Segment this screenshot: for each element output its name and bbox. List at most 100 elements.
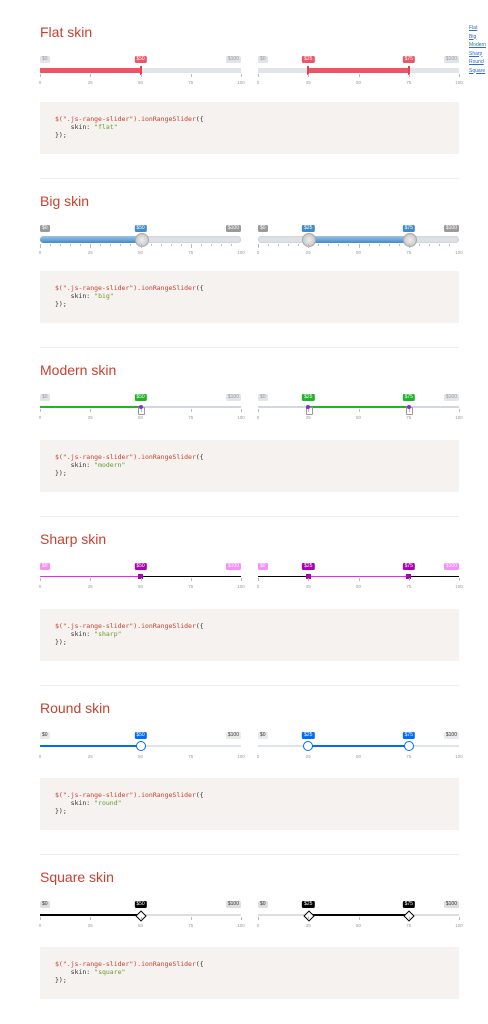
slider-bar [308, 576, 409, 577]
single-value-label: $50 [134, 225, 147, 232]
range-slider-single[interactable]: $0 $100 $50 0 25 50 75 100 [39, 563, 245, 605]
single-handle[interactable] [135, 909, 147, 922]
tick-label: 25 [87, 754, 93, 759]
tick-label: 100 [237, 923, 245, 928]
tick-label: 50 [355, 923, 362, 928]
tick-label: 25 [87, 80, 93, 85]
tick-label: 100 [237, 584, 245, 589]
code-text: $(".js-range-slider").ionRangeSlider({ s… [55, 453, 204, 477]
range-slider-single[interactable]: $0 $100 $50 0 25 50 75 100 [38, 394, 245, 436]
to-handle[interactable] [402, 233, 417, 247]
min-label: $0 [40, 563, 50, 570]
from-handle[interactable] [302, 233, 317, 247]
code-open: ({ [195, 622, 204, 630]
from-value-label: $25 [302, 225, 315, 232]
range-slider-single[interactable]: $0 $100 $50 0 25 50 75 100 [38, 901, 245, 943]
code-open: ({ [195, 960, 204, 968]
code-method: .ionRangeSlider [137, 622, 196, 630]
max-label: $100 [225, 394, 241, 401]
range-slider-double[interactable]: $0 $100 $25 $75 0 25 50 75 100 [257, 56, 463, 98]
toc-link-sharp[interactable]: Sharp [469, 50, 486, 59]
range-slider-double[interactable]: $0 $100 $25 $75 0 25 50 75 100 [257, 394, 463, 436]
from-value-label: $25 [302, 563, 315, 570]
code-method: .ionRangeSlider [137, 960, 196, 968]
major-tick [241, 578, 242, 581]
to-value-label: $75 [402, 225, 415, 232]
code-block: $(".js-range-slider").ionRangeSlider({ s… [40, 609, 459, 661]
tick-label: 25 [87, 250, 93, 255]
from-handle[interactable] [303, 741, 314, 751]
range-slider-single[interactable]: $0 $100 $50 0 25 50 75 100 [39, 56, 245, 98]
major-tick [90, 578, 91, 581]
code-skin-value: "square" [94, 968, 126, 976]
tick-label: 50 [355, 80, 362, 85]
toc-link-flat[interactable]: Flat [469, 24, 486, 33]
minor-tick [308, 244, 309, 248]
single-handle[interactable] [134, 233, 149, 247]
code-close: }); [55, 300, 67, 308]
tick-label: 75 [188, 923, 194, 928]
code-key: skin: [70, 799, 91, 807]
minor-tick [428, 244, 430, 246]
tick-label: 25 [305, 584, 311, 589]
tick-label: 50 [137, 415, 144, 420]
single-value-label: $50 [134, 56, 147, 63]
slider-bar [40, 68, 141, 73]
code-selector: $(".js-range-slider") [55, 453, 138, 461]
tick-label: 0 [38, 415, 42, 420]
tick-label: 0 [38, 923, 42, 928]
min-label: $0 [40, 56, 50, 63]
range-slider-double[interactable]: $0 $100 $25 $75 0 25 50 75 100 [257, 225, 463, 267]
major-tick [358, 917, 359, 920]
major-tick [241, 409, 242, 412]
from-handle[interactable] [303, 909, 315, 922]
code-open: ({ [195, 453, 204, 461]
code-close: }); [55, 976, 67, 984]
minor-tick [278, 244, 279, 246]
major-tick [258, 74, 259, 77]
range-slider-double[interactable]: $0 $100 $25 $75 0 25 50 75 100 [257, 563, 463, 605]
code-close: }); [55, 638, 67, 646]
min-label: $0 [40, 732, 50, 739]
toc-link-square[interactable]: Square [469, 67, 486, 76]
single-handle[interactable] [135, 741, 146, 751]
code-block: $(".js-range-slider").ionRangeSlider({ s… [40, 440, 459, 492]
range-slider-double[interactable]: $0 $100 $25 $75 0 25 50 75 100 [257, 732, 463, 774]
toc-link-big[interactable]: Big [469, 33, 486, 42]
slider-bar [40, 745, 141, 747]
to-handle[interactable] [403, 741, 414, 751]
tick-label: 25 [305, 250, 311, 255]
minor-tick [398, 244, 400, 246]
minor-tick [288, 244, 289, 246]
major-tick [140, 74, 141, 77]
code-selector: $(".js-range-slider") [55, 115, 138, 123]
minor-tick [130, 244, 131, 246]
tick-label: 50 [355, 754, 362, 759]
min-label: $0 [258, 563, 268, 570]
minor-tick [200, 244, 202, 246]
range-slider-single[interactable]: $0 $100 $50 0 25 50 75 100 [39, 732, 245, 774]
minor-tick [298, 244, 299, 246]
minor-tick [180, 244, 182, 246]
tick-label: 50 [137, 250, 144, 255]
code-key: skin: [70, 461, 91, 469]
range-slider-single[interactable]: $0 $100 $50 0 25 50 75 100 [39, 225, 245, 267]
major-tick [408, 578, 410, 581]
to-handle[interactable] [403, 909, 415, 922]
range-slider-double[interactable]: $0 $100 $25 $75 0 25 50 75 100 [257, 901, 463, 943]
major-tick [90, 917, 91, 920]
major-tick [40, 917, 41, 920]
minor-tick [150, 244, 152, 246]
code-skin-value: "sharp" [94, 630, 122, 638]
section-divider [40, 516, 459, 517]
toc-link-modern[interactable]: Modern [469, 41, 486, 50]
major-tick [241, 917, 242, 920]
major-tick [190, 409, 192, 412]
code-text: $(".js-range-slider").ionRangeSlider({ s… [55, 115, 204, 139]
minor-tick [418, 244, 420, 246]
toc-link-round[interactable]: Round [469, 58, 486, 67]
section-divider [40, 685, 459, 686]
tick-label: 25 [87, 584, 93, 589]
code-method: .ionRangeSlider [137, 284, 196, 292]
code-key: skin: [70, 630, 91, 638]
